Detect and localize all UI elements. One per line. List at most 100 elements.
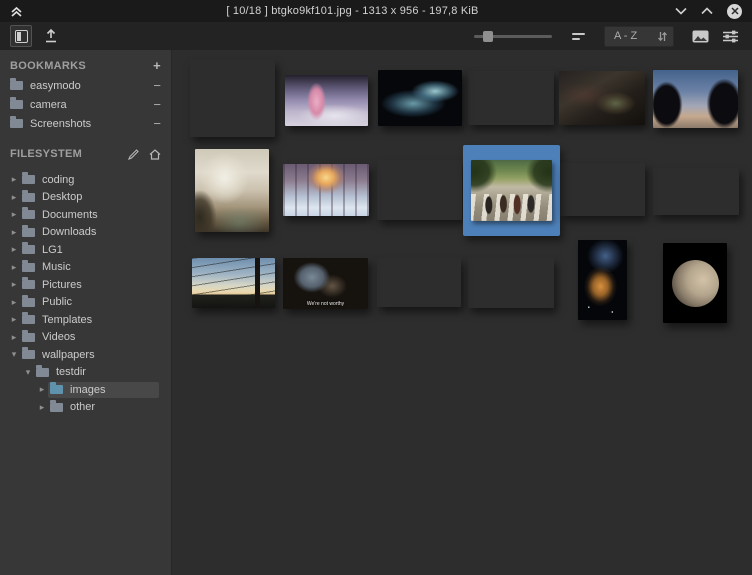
tree-item-label: Documents — [42, 209, 98, 221]
bookmark-item-camera[interactable]: camera − — [0, 95, 171, 114]
add-bookmark-button[interactable]: + — [153, 61, 161, 71]
expand-arrow-icon[interactable]: ▸ — [8, 244, 20, 255]
thumbnail-winter-forest-path[interactable] — [283, 164, 369, 216]
tree-item-Videos[interactable]: ▸ Videos — [0, 329, 171, 347]
tree-item-body: LG1 — [20, 242, 159, 258]
tree-item-Pictures[interactable]: ▸ Pictures — [0, 276, 171, 294]
folder-icon — [22, 333, 35, 342]
thumbnail-dark-scifi-scene[interactable] — [468, 71, 554, 125]
home-button[interactable] — [149, 149, 161, 160]
close-icon[interactable] — [727, 4, 742, 19]
tree-item-Downloads[interactable]: ▸ Downloads — [0, 224, 171, 242]
folder-icon — [22, 228, 35, 237]
settings-button[interactable] — [723, 30, 738, 43]
bookmarks-list: easymodo−camera−Screenshots− — [0, 76, 171, 133]
expand-arrow-icon[interactable]: ▸ — [36, 402, 48, 413]
expand-arrow-icon[interactable]: ▸ — [8, 279, 20, 290]
tree-item-label: Desktop — [42, 191, 82, 203]
slider-handle[interactable] — [483, 31, 493, 42]
sliders-icon — [723, 30, 738, 43]
toggle-sidebar-button[interactable] — [10, 25, 32, 47]
thumbnail-orange-blue-nebula[interactable] — [578, 240, 627, 320]
thumbnail-andromeda-galaxy[interactable] — [190, 60, 275, 137]
remove-bookmark-button[interactable]: − — [153, 116, 161, 131]
thumbnail-size-slider[interactable] — [474, 35, 552, 38]
folder-icon — [50, 403, 63, 412]
collapse-arrow-icon[interactable]: ▾ — [22, 367, 34, 378]
maximize-icon[interactable] — [701, 7, 713, 15]
thumbnail-abbey-road-crossing[interactable] — [471, 160, 552, 221]
tree-item-other[interactable]: ▸ other — [0, 399, 171, 417]
image-view-button[interactable] — [692, 30, 709, 43]
expand-arrow-icon[interactable]: ▸ — [8, 332, 20, 343]
tree-item-label: images — [70, 384, 105, 396]
thumbnail-winged-silhouettes-dusk[interactable] — [653, 70, 738, 128]
minimize-icon[interactable] — [675, 7, 687, 15]
thumbnail-dark-spaceship[interactable] — [559, 71, 645, 125]
expand-panel-icon[interactable] — [10, 5, 30, 18]
folder-icon — [22, 175, 35, 184]
compact-view-icon[interactable] — [572, 33, 586, 40]
tree-item-label: Templates — [42, 314, 92, 326]
tree-item-body: images — [48, 382, 159, 398]
expand-arrow-icon[interactable]: ▸ — [8, 209, 20, 220]
thumbnail-white-hair-action[interactable] — [377, 160, 462, 220]
thumbnail-graffiti-pink-girl[interactable] — [560, 163, 645, 216]
tree-item-label: Pictures — [42, 279, 82, 291]
thumbnail-pink-hair-concert[interactable] — [285, 75, 368, 126]
expand-arrow-icon[interactable]: ▸ — [8, 314, 20, 325]
expand-arrow-icon[interactable]: ▸ — [8, 192, 20, 203]
tree-item-body: Documents — [20, 207, 159, 223]
collapse-arrow-icon[interactable]: ▾ — [8, 349, 20, 360]
tree-item-body: Public — [20, 294, 159, 310]
folder-icon — [36, 368, 49, 377]
folder-icon — [10, 100, 23, 109]
tree-item-testdir[interactable]: ▾testdir — [0, 364, 171, 382]
expand-arrow-icon[interactable]: ▸ — [8, 262, 20, 273]
toolbar: A - Z — [0, 22, 752, 50]
folder-icon — [22, 245, 35, 254]
sort-select[interactable]: A - Z — [604, 26, 674, 47]
folder-icon — [22, 210, 35, 219]
tree-item-coding[interactable]: ▸ coding — [0, 171, 171, 189]
edit-path-button[interactable] — [128, 149, 139, 160]
thumbnail-flat-space-planets[interactable] — [377, 258, 461, 307]
tree-item-label: coding — [42, 174, 74, 186]
thumbnail-lantern-festival[interactable] — [468, 258, 554, 308]
sort-direction-icon[interactable] — [657, 31, 668, 42]
tree-item-Public[interactable]: ▸Public — [0, 294, 171, 312]
expand-arrow-icon[interactable]: ▸ — [8, 297, 20, 308]
tree-item-label: other — [70, 401, 95, 413]
expand-arrow-icon[interactable]: ▸ — [8, 227, 20, 238]
tree-item-Music[interactable]: ▸Music — [0, 259, 171, 277]
tree-item-Templates[interactable]: ▸ Templates — [0, 311, 171, 329]
bookmark-item-Screenshots[interactable]: Screenshots− — [0, 114, 171, 133]
parent-directory-button[interactable] — [40, 25, 62, 47]
thumbnail-gibbous-moon[interactable] — [663, 243, 727, 323]
tree-item-Desktop[interactable]: ▸ Desktop — [0, 189, 171, 207]
selected-thumbnail-frame[interactable] — [463, 145, 560, 236]
expand-arrow-icon[interactable]: ▸ — [8, 174, 20, 185]
tree-item-LG1[interactable]: ▸LG1 — [0, 241, 171, 259]
tree-item-wallpapers[interactable]: ▾wallpapers — [0, 346, 171, 364]
thumbnail-blue-smoke-waves[interactable] — [378, 70, 462, 126]
folder-icon — [22, 263, 35, 272]
thumbnail-caption: We're not worthy — [283, 301, 368, 307]
tree-item-label: Videos — [42, 331, 75, 343]
tree-item-Documents[interactable]: ▸ Documents — [0, 206, 171, 224]
thumbnail-waterfall-painting[interactable] — [195, 149, 269, 232]
tree-item-label: Downloads — [42, 226, 96, 238]
remove-bookmark-button[interactable]: − — [153, 97, 161, 112]
thumbnail-were-not-worthy-movie[interactable]: We're not worthy — [283, 258, 368, 309]
expand-arrow-icon[interactable]: ▸ — [36, 384, 48, 395]
filesystem-header-label: FILESYSTEM — [10, 148, 82, 160]
thumbnail-black-white-anime[interactable] — [653, 168, 739, 215]
tree-item-images[interactable]: ▸ images — [0, 381, 171, 399]
pencil-icon — [128, 149, 139, 160]
tree-item-body: testdir — [34, 364, 159, 380]
thumbnail-powerlines-sunset[interactable] — [192, 258, 275, 308]
bookmark-item-easymodo[interactable]: easymodo− — [0, 76, 171, 95]
remove-bookmark-button[interactable]: − — [153, 78, 161, 93]
bookmark-label: camera — [30, 99, 67, 111]
titlebar: [ 10/18 ] btgko9kf101.jpg - 1313 x 956 -… — [0, 0, 752, 22]
